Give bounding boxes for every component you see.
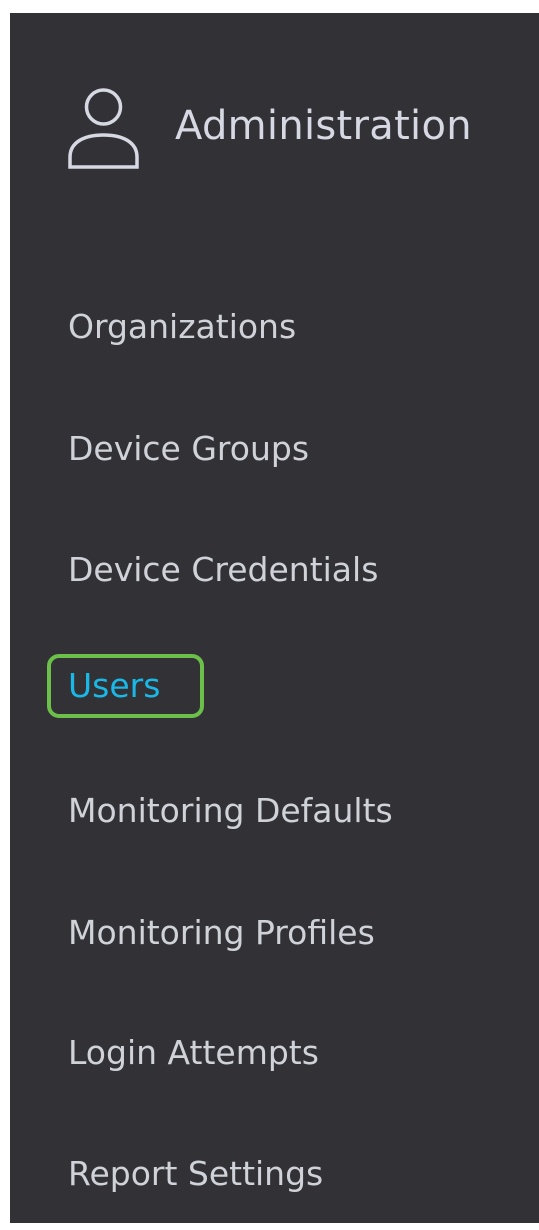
sidebar-item-monitoring-defaults[interactable]: Monitoring Defaults [68,789,393,833]
sidebar-nav: Organizations Device Groups Device Crede… [10,13,539,1223]
sidebar-item-device-groups[interactable]: Device Groups [68,427,309,471]
admin-sidebar: Administration Organizations Device Grou… [10,13,539,1223]
sidebar-item-report-settings[interactable]: Report Settings [68,1152,323,1196]
sidebar-item-users[interactable]: Users [68,664,160,708]
sidebar-item-device-credentials[interactable]: Device Credentials [68,548,378,592]
sidebar-item-organizations[interactable]: Organizations [68,305,296,349]
sidebar-item-login-attempts[interactable]: Login Attempts [68,1031,319,1075]
sidebar-item-monitoring-profiles[interactable]: Monitoring Profiles [68,911,375,955]
